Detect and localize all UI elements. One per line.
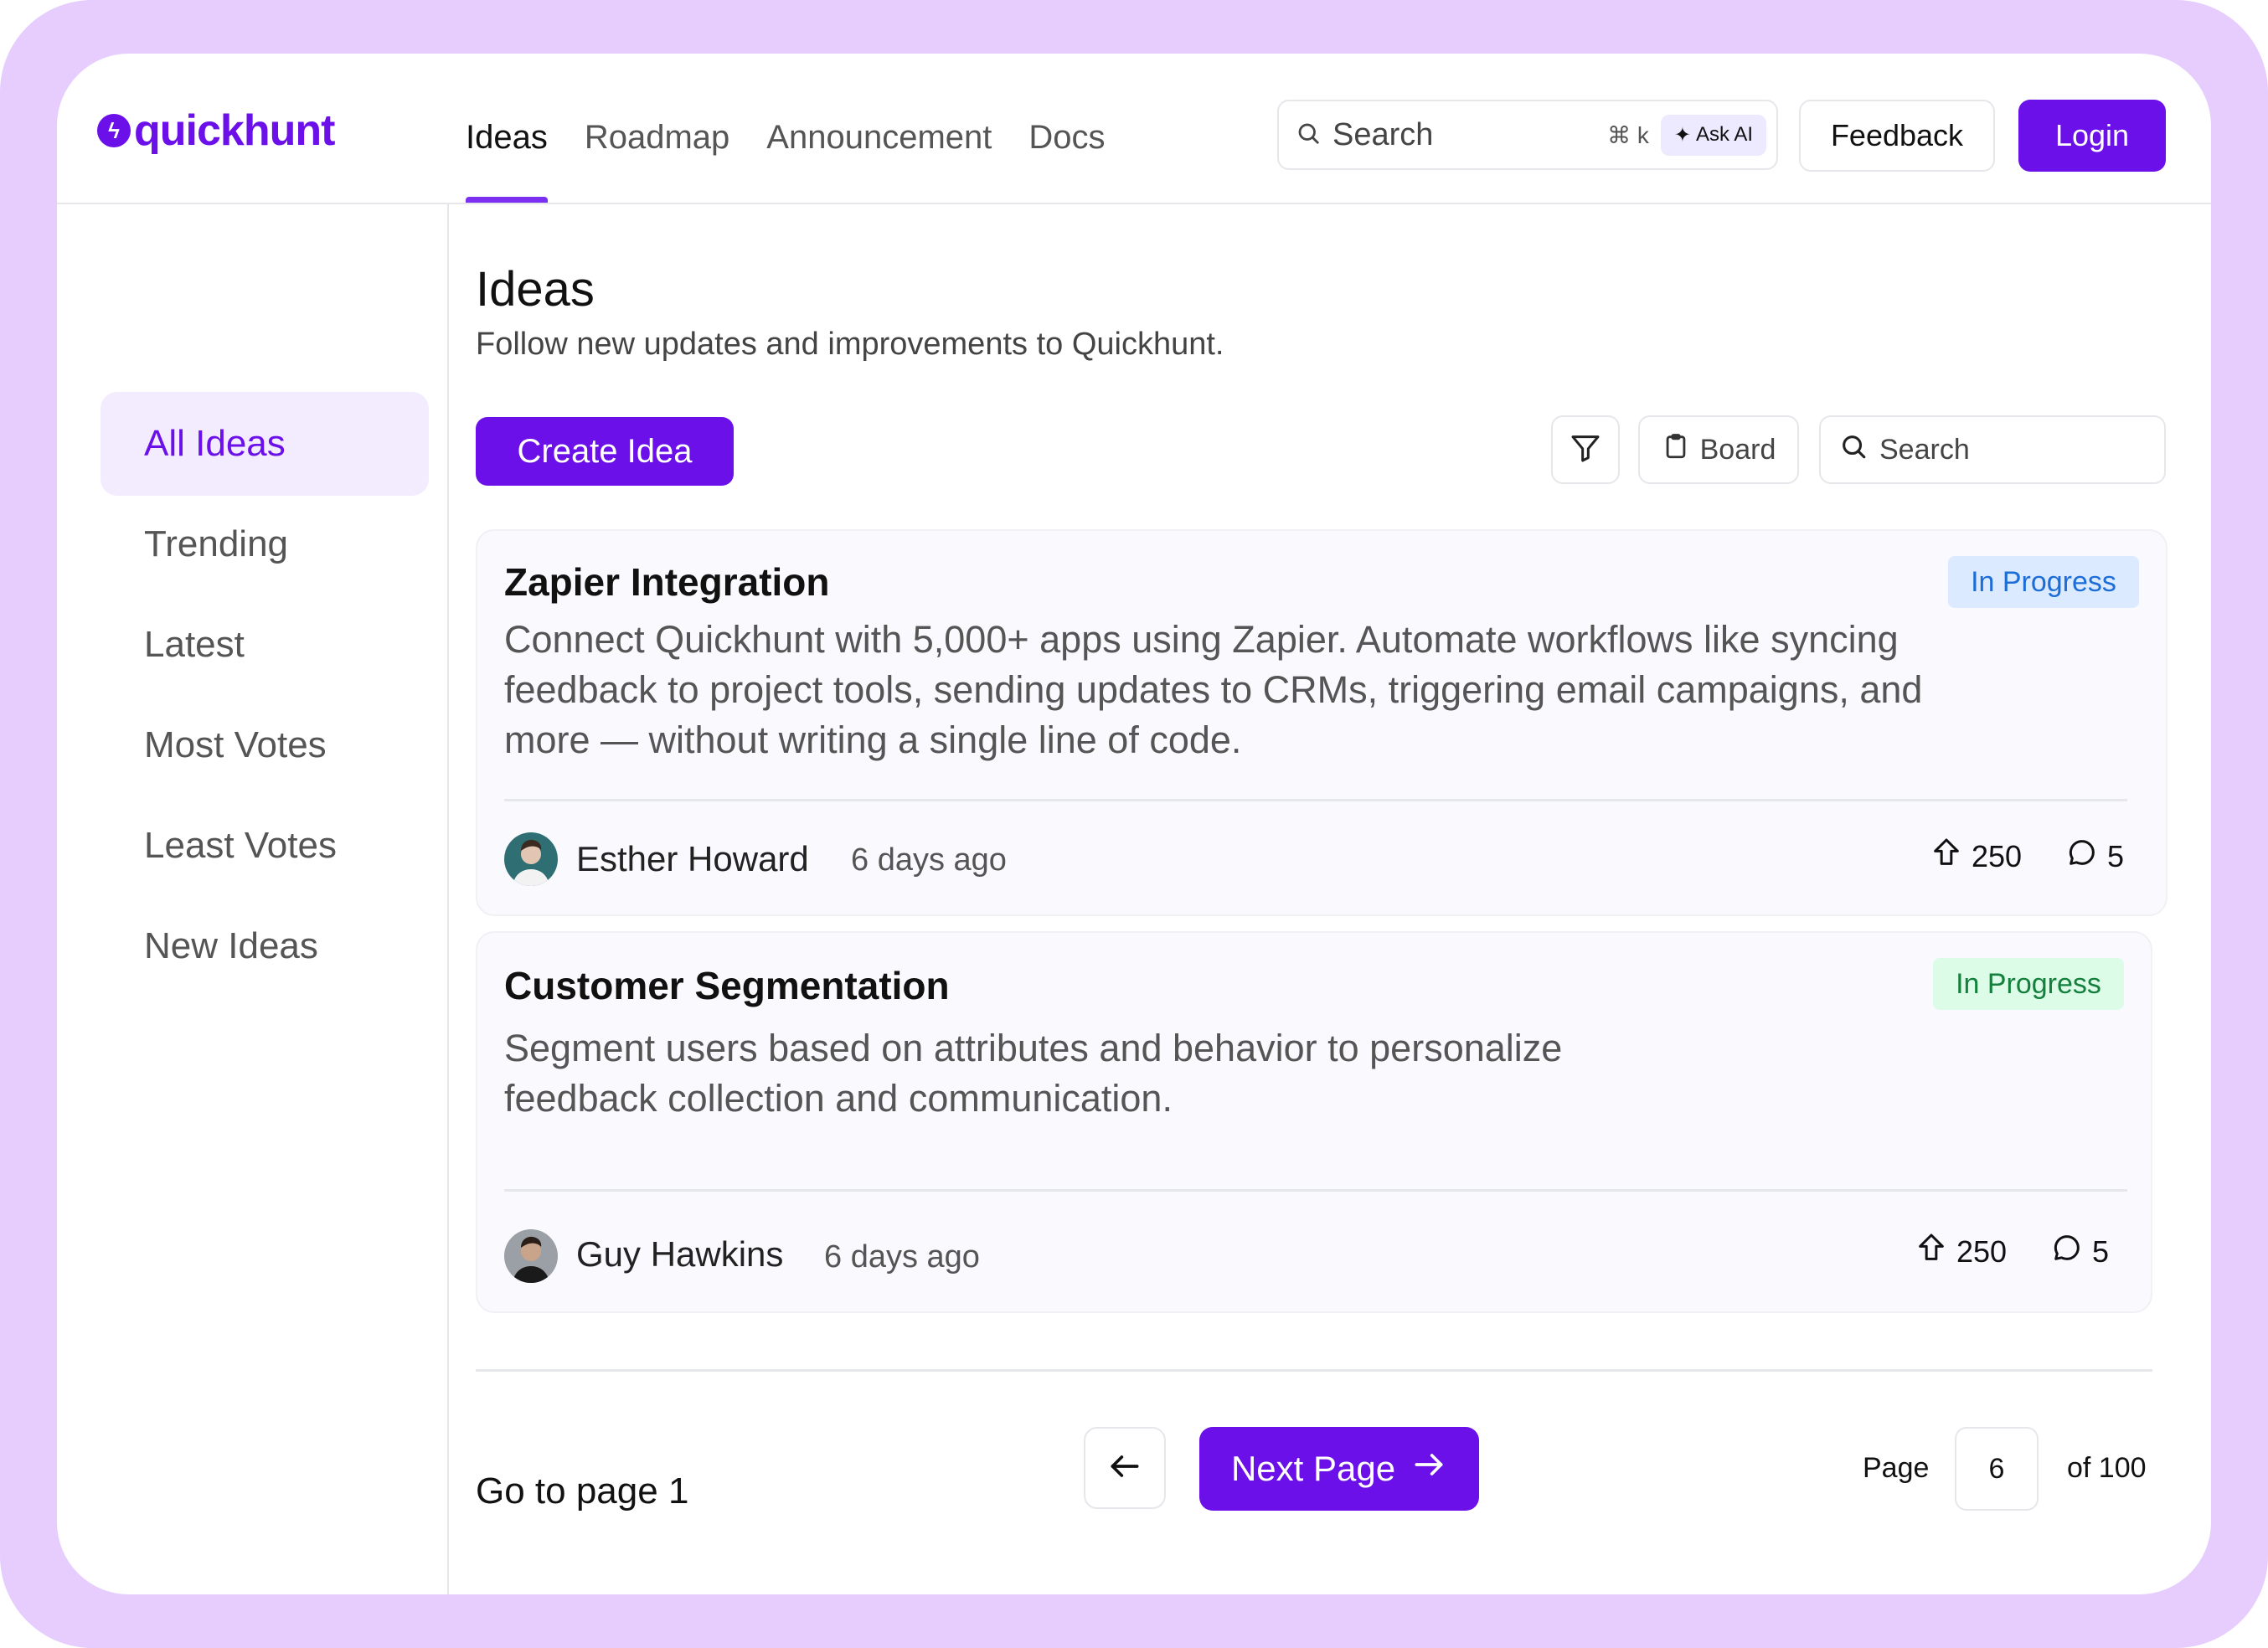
background-frame: ϟ quickhunt Ideas Roadmap Announcement D… [0,0,2268,1648]
idea-card[interactable]: Customer Segmentation In Progress Segmen… [476,931,2152,1313]
nav-ideas[interactable]: Ideas [466,54,548,203]
post-time: 6 days ago [824,1239,980,1275]
board-view-button[interactable]: Board [1638,415,1799,484]
page-number-input[interactable]: 6 [1955,1427,2039,1511]
main-nav: Ideas Roadmap Announcement Docs [466,54,1106,203]
post-time: 6 days ago [851,842,1007,878]
nav-docs[interactable]: Docs [1028,54,1105,203]
previous-page-button[interactable] [1084,1427,1166,1509]
vote-count: 250 [1972,838,2023,873]
header-search[interactable]: Search ⌘ k ✦ Ask AI [1277,100,1778,170]
avatar [504,1229,558,1283]
clipboard-icon [1662,432,1690,468]
login-button[interactable]: Login [2018,100,2166,172]
pagination-divider [476,1369,2152,1372]
arrow-left-icon [1106,1448,1143,1489]
next-page-button[interactable]: Next Page [1199,1427,1479,1511]
sidebar-item-new-ideas[interactable]: New Ideas [101,894,429,998]
ideas-search-input[interactable]: Search [1819,415,2166,484]
brand-name: quickhunt [134,106,335,155]
comment-icon [2050,1231,2084,1272]
arrow-up-icon [1915,1231,1948,1272]
feedback-button[interactable]: Feedback [1799,100,1995,172]
sidebar: All Ideas Trending Latest Most Votes Lea… [57,204,449,1594]
sidebar-item-latest[interactable]: Latest [101,593,429,697]
sidebar-item-trending[interactable]: Trending [101,492,429,596]
nav-announcement[interactable]: Announcement [766,54,992,203]
search-icon [1839,432,1868,468]
page-title: Ideas [476,262,595,317]
comment-count: 5 [2107,838,2125,873]
author-name[interactable]: Guy Hawkins [576,1234,783,1275]
author-name[interactable]: Esther Howard [576,839,809,879]
comments-button[interactable]: 5 [2050,1231,2109,1272]
arrow-up-icon [1930,836,1963,877]
filter-icon [1569,431,1602,469]
go-to-first-page-link[interactable]: Go to page 1 [476,1470,688,1512]
create-idea-button[interactable]: Create Idea [476,417,734,486]
idea-title[interactable]: Zapier Integration [504,559,829,605]
search-icon [1296,121,1321,150]
upvote-button[interactable]: 250 [1930,836,2022,877]
comments-button[interactable]: 5 [2065,836,2124,877]
idea-description: Connect Quickhunt with 5,000+ apps using… [504,618,1923,761]
filter-button[interactable] [1551,415,1620,484]
status-badge: In Progress [1948,556,2139,608]
page-total: of 100 [2067,1452,2147,1484]
app-window: ϟ quickhunt Ideas Roadmap Announcement D… [57,54,2211,1594]
sidebar-item-most-votes[interactable]: Most Votes [101,693,429,797]
top-header: ϟ quickhunt Ideas Roadmap Announcement D… [57,54,2211,204]
arrow-right-icon [1410,1446,1447,1491]
brand-logo[interactable]: ϟ quickhunt [97,106,335,156]
search-shortcut: ⌘ k [1607,121,1649,148]
ask-ai-button[interactable]: ✦ Ask AI [1660,114,1766,156]
sidebar-item-all-ideas[interactable]: All Ideas [101,392,429,496]
next-page-label: Next Page [1230,1449,1396,1488]
comment-count: 5 [2092,1233,2110,1269]
bolt-icon: ϟ [97,114,131,147]
status-badge: In Progress [1933,958,2124,1010]
header-search-placeholder: Search [1332,116,1434,152]
vote-count: 250 [1956,1233,2008,1269]
card-divider [504,1189,2127,1192]
sparkle-icon: ✦ [1673,123,1691,147]
ask-ai-label: Ask AI [1695,123,1753,146]
sidebar-item-least-votes[interactable]: Least Votes [101,794,429,898]
ideas-search-placeholder: Search [1879,433,1970,466]
nav-roadmap[interactable]: Roadmap [585,54,729,203]
upvote-button[interactable]: 250 [1915,1231,2007,1272]
page-label: Page [1863,1452,1930,1484]
idea-card[interactable]: Zapier Integration In Progress Connect Q… [476,529,2167,916]
idea-title[interactable]: Customer Segmentation [504,963,950,1008]
idea-description: Segment users based on attributes and be… [504,1027,1563,1120]
comment-icon [2065,836,2099,877]
board-label: Board [1699,433,1776,466]
card-divider [504,799,2127,801]
page-subtitle: Follow new updates and improvements to Q… [476,327,1224,362]
avatar [504,832,558,886]
